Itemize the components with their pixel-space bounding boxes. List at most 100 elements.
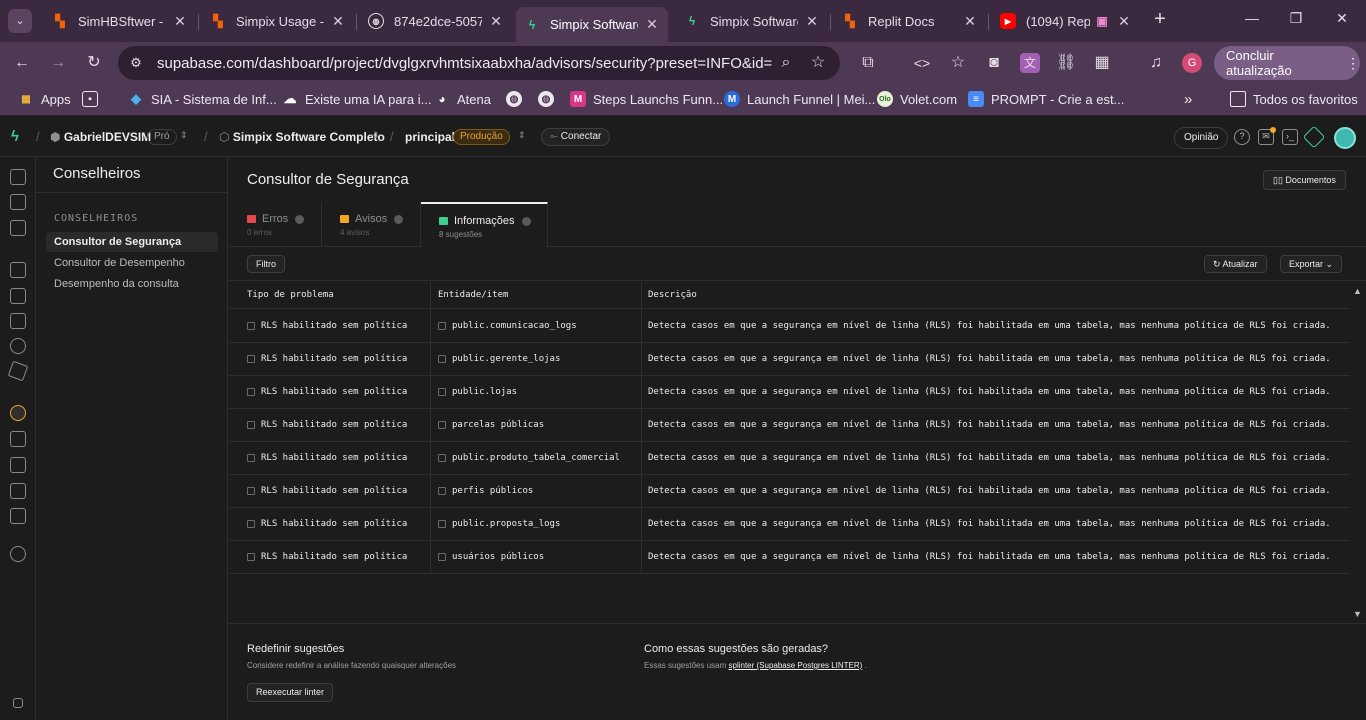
branch-selector[interactable]: principal xyxy=(405,130,455,144)
table-scrollbar[interactable]: ▲ ▼ xyxy=(1350,282,1366,622)
refresh-button[interactable]: ↻ Atualizar xyxy=(1204,255,1267,273)
bookmark-globe-2[interactable]: ◍ xyxy=(538,91,561,107)
more-bookmarks-icon[interactable]: » xyxy=(1184,91,1192,108)
bookmark-sia[interactable]: ◆ SIA - Sistema de Inf... xyxy=(128,91,277,107)
bookmark-prompt[interactable]: ≡ PROMPT - Crie a est... xyxy=(968,91,1124,107)
new-tab-icon[interactable]: + xyxy=(1150,9,1170,29)
cell-entity[interactable]: public.lojas xyxy=(429,376,517,408)
rerun-linter-button[interactable]: Reexecutar linter xyxy=(247,683,334,702)
collapse-panel-icon[interactable] xyxy=(13,698,23,708)
org-selector[interactable]: ⬢ GabrielDEVSIM xyxy=(50,130,151,144)
supabase-logo-icon[interactable]: ϟ xyxy=(11,128,19,145)
edge-functions-icon[interactable] xyxy=(10,338,26,354)
feedback-button[interactable]: Opinião xyxy=(1174,127,1229,149)
table-editor-icon[interactable] xyxy=(10,194,26,210)
cell-entity[interactable]: public.produto_tabela_comercial xyxy=(429,442,620,474)
tab-search-icon[interactable]: ⌄ xyxy=(8,9,32,33)
back-icon[interactable]: ← xyxy=(12,53,32,73)
logs-icon[interactable] xyxy=(10,457,26,473)
extensions-icon[interactable]: ⧉ xyxy=(858,53,878,73)
column-header-entity[interactable]: Entidade/item xyxy=(429,282,508,308)
docs-button[interactable]: ▯▯ Documentos xyxy=(1263,170,1346,190)
table-row[interactable]: RLS habilitado sem política public.lojas D… xyxy=(229,376,1350,409)
chevron-updown-icon[interactable]: ⇕ xyxy=(518,130,526,141)
table-row[interactable]: RLS habilitado sem política usuários públ… xyxy=(229,541,1350,574)
cell-entity[interactable]: parcelas públicas xyxy=(429,409,544,441)
tab-5[interactable]: ϟ Simpix Software ✕ xyxy=(676,7,828,35)
tab-7[interactable]: ▶ (1094) Replit ▣ ✕ xyxy=(992,7,1140,35)
cell-entity[interactable]: public.proposta_logs xyxy=(429,508,560,540)
user-avatar[interactable] xyxy=(1334,127,1356,149)
close-icon[interactable]: ✕ xyxy=(644,16,660,33)
auth-icon[interactable] xyxy=(10,288,26,304)
cell-entity[interactable]: usuários públicos xyxy=(429,541,544,573)
chevron-updown-icon[interactable]: ⇕ xyxy=(180,130,188,141)
address-bar[interactable]: ⚙ supabase.com/dashboard/project/dvglgxr… xyxy=(118,46,840,80)
connect-button[interactable]: ⟜ Conectar xyxy=(541,128,611,146)
scroll-up-icon[interactable]: ▲ xyxy=(1353,286,1362,296)
tab-2[interactable]: ▚ Simpix Usage - R ✕ xyxy=(202,7,354,35)
scroll-down-icon[interactable]: ▼ xyxy=(1353,609,1362,619)
sidebar-item-security-advisor[interactable]: Consultor de Segurança xyxy=(46,232,218,252)
bookmark-globe-1[interactable]: ◍ xyxy=(506,91,529,107)
tab-1[interactable]: ▚ SimHBSftwer - R ✕ xyxy=(44,7,196,35)
column-header-description[interactable]: Descrição xyxy=(639,282,697,308)
bookmark-star-icon[interactable]: ☆ xyxy=(808,53,828,73)
cell-entity[interactable]: public.gerente_lojas xyxy=(429,343,560,375)
reports-icon[interactable] xyxy=(10,431,26,447)
devtools-icon[interactable]: <> xyxy=(912,53,932,73)
profile-avatar[interactable]: G xyxy=(1182,53,1202,73)
tab-4-active[interactable]: ϟ Simpix Software ✕ xyxy=(516,7,668,42)
chevron-updown-icon[interactable]: ⇕ xyxy=(372,130,380,141)
bookmark-steps[interactable]: M Steps Launchs Funn... xyxy=(570,91,723,107)
minimize-icon[interactable]: — xyxy=(1242,10,1262,26)
column-header-type[interactable]: Tipo de problema xyxy=(238,282,334,308)
tab-6[interactable]: ▚ Replit Docs ✕ xyxy=(834,7,986,35)
translate-icon[interactable]: 文 xyxy=(1020,53,1040,73)
sidebar-item-performance-advisor[interactable]: Consultor de Desempenho xyxy=(46,253,218,273)
storage-icon[interactable] xyxy=(10,313,26,329)
close-icon[interactable]: ✕ xyxy=(962,13,978,30)
integrations-icon[interactable] xyxy=(10,508,26,524)
splinter-link[interactable]: splinter (Supabase Postgres LINTER) xyxy=(729,661,863,670)
close-icon[interactable]: ✕ xyxy=(172,13,188,30)
link-icon[interactable]: ⛓ xyxy=(1056,53,1076,73)
all-favorites[interactable]: Todos os favoritos xyxy=(1230,91,1358,107)
assistant-icon[interactable] xyxy=(1302,125,1326,149)
settings-icon[interactable] xyxy=(10,546,26,562)
sql-editor-icon[interactable] xyxy=(10,220,26,236)
bookmark-ia[interactable]: ☁ Existe uma IA para i... xyxy=(282,91,432,107)
forward-icon[interactable]: → xyxy=(48,53,68,73)
close-icon[interactable]: ✕ xyxy=(488,13,504,30)
bookmark-volet[interactable]: Olo Volet.com xyxy=(877,91,957,107)
home-icon[interactable] xyxy=(10,169,26,185)
close-window-icon[interactable]: ✕ xyxy=(1332,10,1352,27)
help-icon[interactable]: ? xyxy=(1234,129,1250,145)
close-icon[interactable]: ✕ xyxy=(804,13,820,30)
zoom-icon[interactable]: ⌕ xyxy=(776,53,796,73)
cell-entity[interactable]: public.comunicacao_logs xyxy=(429,310,577,342)
tab-3[interactable]: ◍ 874e2dce-5057- ✕ xyxy=(360,7,512,35)
restore-icon[interactable]: ❐ xyxy=(1286,10,1306,27)
star-extension-icon[interactable]: ☆ xyxy=(948,53,968,73)
close-icon[interactable]: ✕ xyxy=(330,13,346,30)
realtime-icon[interactable] xyxy=(7,360,29,382)
sidebar-item-query-performance[interactable]: Desempenho da consulta xyxy=(46,274,218,294)
filter-button[interactable]: Filtro xyxy=(247,255,285,273)
bookmark-atena[interactable]: ◕ Atena xyxy=(434,91,491,107)
table-row[interactable]: RLS habilitado sem política parcelas públ… xyxy=(229,409,1350,442)
screenshot-icon[interactable]: ◙ xyxy=(984,53,1004,73)
update-button[interactable]: Concluir atualização ⋮ xyxy=(1214,46,1360,80)
tab-warnings[interactable]: Avisos 4 avisos xyxy=(322,202,421,247)
table-row[interactable]: RLS habilitado sem política public.gerent… xyxy=(229,343,1350,376)
bookmark-launch[interactable]: M Launch Funnel | Mei... xyxy=(724,91,875,107)
tab-errors[interactable]: Erros 0 erros xyxy=(229,202,322,247)
tab-info[interactable]: Informações 8 sugestões xyxy=(421,202,548,248)
project-selector[interactable]: ⬡ Simpix Software Completo xyxy=(219,130,385,144)
table-row[interactable]: RLS habilitado sem política perfis públic… xyxy=(229,475,1350,508)
qr-icon[interactable]: ▦ xyxy=(1092,53,1112,73)
reload-icon[interactable]: ↻ xyxy=(84,53,104,73)
export-button[interactable]: Exportar ⌄ xyxy=(1280,255,1343,273)
advisors-lightbulb-icon[interactable] xyxy=(10,405,26,421)
database-icon[interactable] xyxy=(10,262,26,278)
